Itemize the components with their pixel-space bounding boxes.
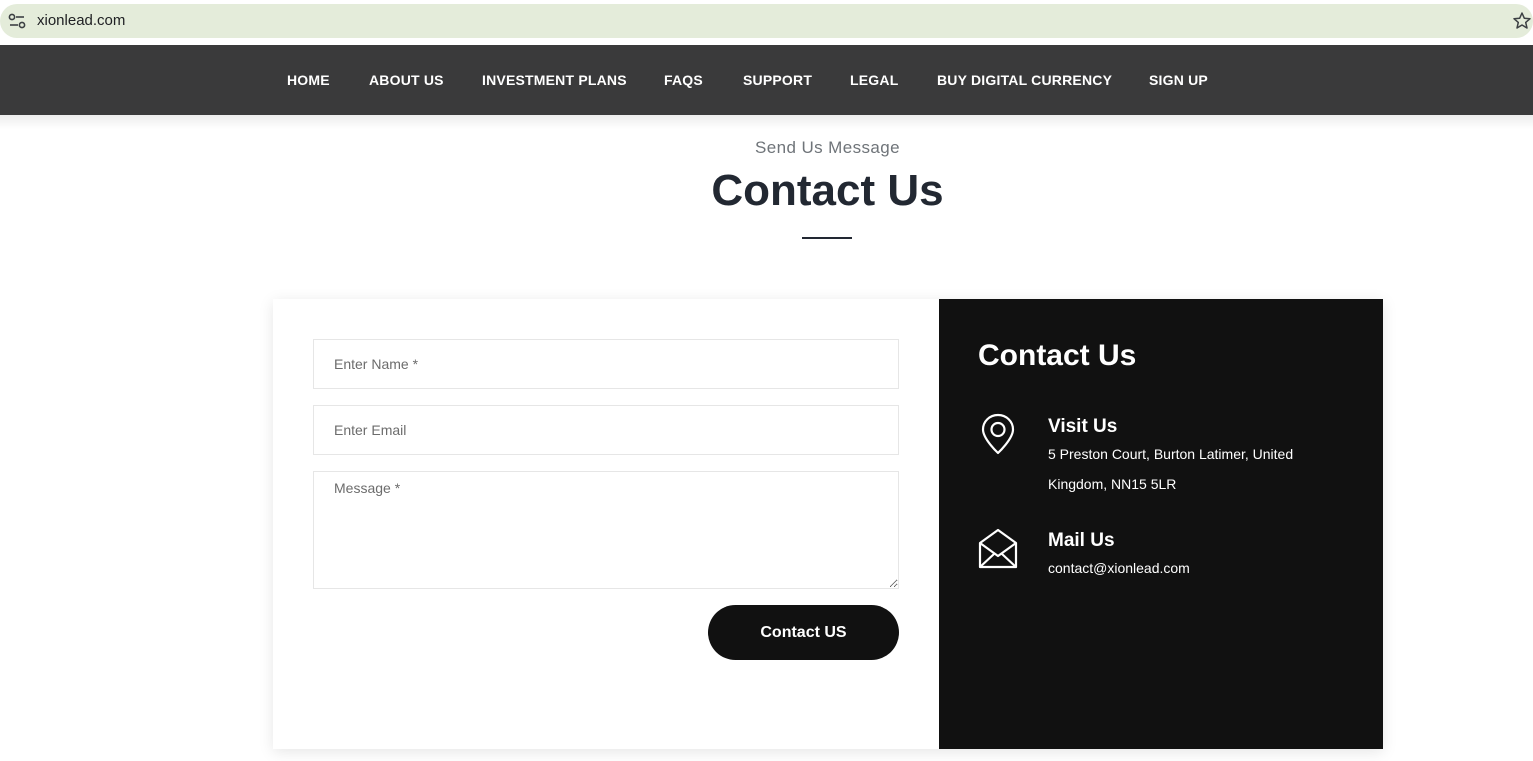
open-envelope-icon <box>978 527 1018 571</box>
browser-address-bar: xionlead.com <box>0 0 1533 45</box>
contact-info-panel: Contact Us Visit Us 5 Preston Court, Bur… <box>939 299 1383 749</box>
mail-us-heading: Mail Us <box>1048 530 1115 551</box>
main-navbar: HOME ABOUT US INVESTMENT PLANS FAQS SUPP… <box>0 45 1533 115</box>
nav-investment-plans[interactable]: INVESTMENT PLANS <box>482 72 627 88</box>
message-textarea[interactable] <box>313 471 899 589</box>
contact-form: Contact US <box>273 299 939 749</box>
map-pin-icon <box>978 412 1018 456</box>
info-title: Contact Us <box>978 339 1137 372</box>
visit-us-address: 5 Preston Court, Burton Latimer, United … <box>1048 446 1294 492</box>
url-text[interactable]: xionlead.com <box>37 12 125 29</box>
page-title: Contact Us <box>711 166 944 215</box>
name-input[interactable] <box>313 339 899 389</box>
bookmark-star-icon[interactable] <box>1512 11 1532 31</box>
nav-home[interactable]: HOME <box>287 72 330 88</box>
contact-submit-button[interactable]: Contact US <box>708 605 899 660</box>
nav-faqs[interactable]: FAQS <box>664 72 703 88</box>
contact-card: Contact US Contact Us Visit Us 5 Preston… <box>273 299 1383 749</box>
url-field[interactable]: xionlead.com <box>0 4 1533 38</box>
title-divider <box>802 237 852 239</box>
section-subtitle: Send Us Message <box>755 138 900 157</box>
nav-sign-up[interactable]: SIGN UP <box>1149 72 1208 88</box>
nav-legal[interactable]: LEGAL <box>850 72 898 88</box>
site-settings-icon[interactable] <box>8 13 26 29</box>
nav-support[interactable]: SUPPORT <box>743 72 812 88</box>
nav-buy-digital-currency[interactable]: BUY DIGITAL CURRENCY <box>937 72 1112 88</box>
nav-about-us[interactable]: ABOUT US <box>369 72 444 88</box>
visit-us-heading: Visit Us <box>1048 416 1118 437</box>
navbar-shadow <box>0 115 1533 129</box>
mail-us-email[interactable]: contact@xionlead.com <box>1048 553 1328 583</box>
email-input[interactable] <box>313 405 899 455</box>
